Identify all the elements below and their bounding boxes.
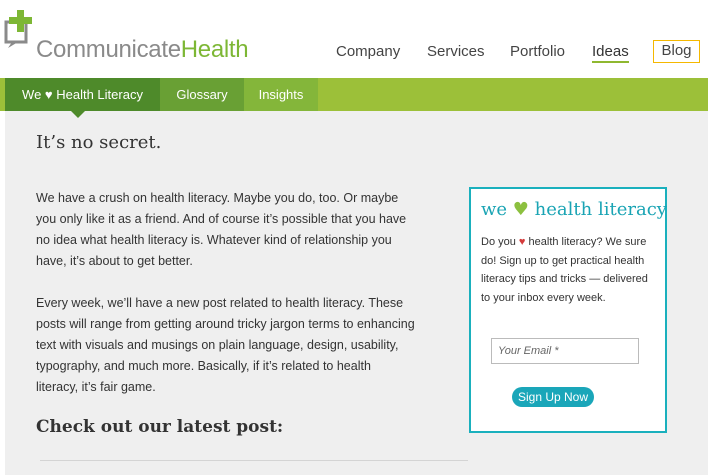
signup-description: Do you ♥ health literacy? We sure do! Si… (481, 233, 657, 307)
latest-post-heading: Check out our latest post: (36, 417, 284, 437)
sign-up-button[interactable]: Sign Up Now (512, 387, 594, 407)
intro-paragraph: We have a crush on health literacy. Mayb… (36, 191, 407, 268)
site-header: CommunicateHealth Company Services Portf… (0, 0, 708, 78)
active-tab-caret (71, 111, 85, 118)
nav-company[interactable]: Company (336, 43, 400, 60)
heart-icon: ♥ (512, 199, 529, 220)
main-nav: Company Services Portfolio Ideas Blog (0, 40, 708, 67)
nav-blog[interactable]: Blog (653, 40, 700, 63)
page-heading: It’s no secret. (36, 132, 162, 153)
newsletter-signup-box: we ♥ health literacy Do you ♥ health lit… (469, 187, 667, 433)
nav-services[interactable]: Services (427, 43, 485, 60)
signup-text-pre: Do you (481, 236, 516, 248)
nav-ideas[interactable]: Ideas (592, 43, 629, 63)
subnav-glossary[interactable]: Glossary (160, 78, 244, 111)
divider (40, 460, 468, 461)
nav-portfolio[interactable]: Portfolio (510, 43, 565, 60)
weekly-paragraph: Every week, we’ll have a new post relate… (36, 296, 415, 394)
signup-title-rest: health literacy (534, 199, 667, 220)
email-input[interactable] (491, 338, 639, 364)
signup-title: we ♥ health literacy (481, 199, 667, 220)
sub-nav: We ♥ Health Literacy Glossary Insights (0, 78, 708, 111)
subnav-health-literacy[interactable]: We ♥ Health Literacy (5, 78, 160, 111)
subnav-insights[interactable]: Insights (244, 78, 318, 111)
logo-plus-icon (4, 10, 32, 48)
red-heart-icon: ♥ (518, 236, 526, 248)
signup-title-we: we (481, 199, 508, 220)
